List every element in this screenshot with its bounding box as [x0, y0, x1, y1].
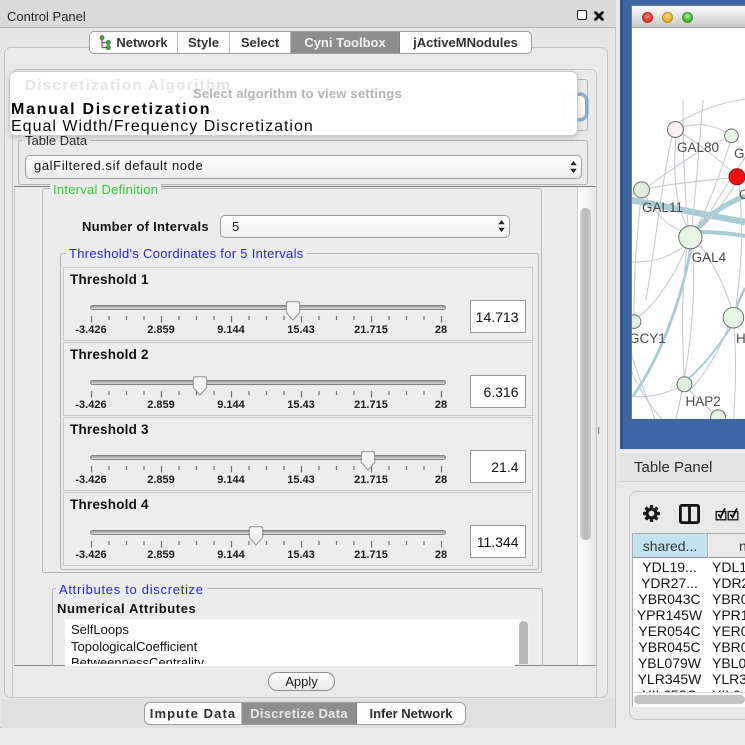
svg-text:C: C — [739, 187, 745, 202]
svg-text:H: H — [736, 331, 745, 346]
svg-text:GAL80: GAL80 — [677, 140, 719, 155]
svg-text:GCY1: GCY1 — [632, 331, 666, 346]
svg-text:GAL11: GAL11 — [642, 200, 683, 215]
svg-text:GA: GA — [734, 146, 745, 161]
svg-text:HAP2: HAP2 — [686, 394, 721, 409]
svg-text:GAL4: GAL4 — [692, 250, 727, 265]
